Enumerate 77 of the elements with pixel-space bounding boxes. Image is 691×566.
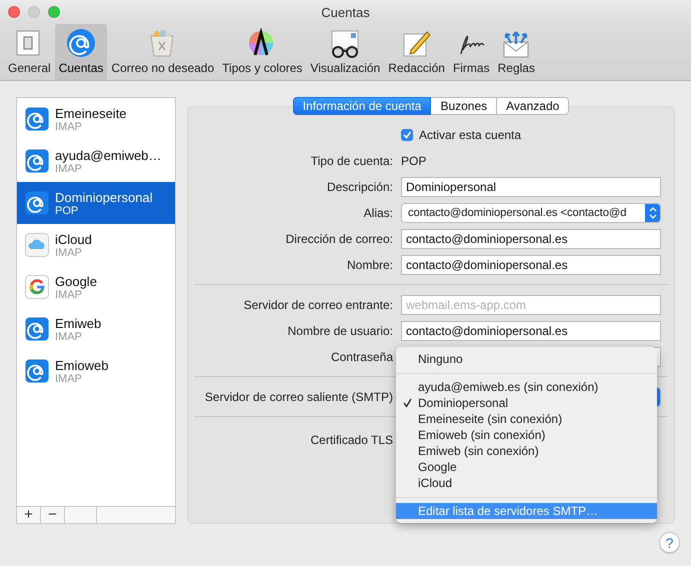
account-item[interactable]: ayuda@emiweb… IMAP bbox=[17, 140, 175, 182]
field-label: Descripción: bbox=[326, 180, 393, 194]
stepper-icon bbox=[648, 206, 658, 220]
field-label: Servidor de correo entrante: bbox=[244, 298, 393, 312]
account-name: Google bbox=[55, 274, 97, 288]
menu-item[interactable]: Ninguno bbox=[396, 351, 657, 367]
field-label: Contraseña bbox=[330, 350, 393, 364]
menu-item[interactable]: Emioweb (sin conexión) bbox=[396, 427, 657, 443]
account-name: Dominiopersonal bbox=[55, 190, 153, 204]
close-button[interactable] bbox=[8, 6, 20, 18]
account-item[interactable]: iCloud IMAP bbox=[17, 224, 175, 266]
account-item[interactable]: Dominiopersonal POP bbox=[17, 182, 175, 224]
field-label: Certificado TLS bbox=[310, 433, 393, 447]
toolbar-tab[interactable]: General bbox=[4, 24, 55, 80]
toolbar-tab[interactable]: Tipos y colores bbox=[218, 24, 306, 80]
menu-item[interactable]: Emeineseite (sin conexión) bbox=[396, 411, 657, 427]
zoom-button[interactable] bbox=[48, 6, 60, 18]
field-label: Nombre: bbox=[346, 258, 393, 272]
input-field[interactable]: contacto@dominiopersonal.es bbox=[401, 321, 661, 341]
account-type: IMAP bbox=[55, 246, 83, 258]
at-icon bbox=[25, 359, 49, 383]
toolbar-tab[interactable]: Visualización bbox=[306, 24, 384, 80]
google-icon bbox=[25, 275, 49, 299]
checkmark-icon bbox=[402, 130, 412, 140]
account-name: Emeineseite bbox=[55, 106, 127, 120]
menu-item[interactable]: ayuda@emiweb.es (sin conexión) bbox=[396, 379, 657, 395]
input-field[interactable]: contacto@dominiopersonal.es bbox=[401, 255, 661, 275]
menu-item[interactable]: Emiweb (sin conexión) bbox=[396, 443, 657, 459]
menu-item[interactable]: Google bbox=[396, 459, 657, 475]
account-name: iCloud bbox=[55, 232, 92, 246]
tab[interactable]: Información de cuenta bbox=[292, 97, 432, 115]
account-type: IMAP bbox=[55, 120, 83, 132]
at-icon bbox=[66, 28, 96, 58]
help-button[interactable]: ? bbox=[659, 532, 680, 553]
field-value: POP bbox=[401, 154, 426, 168]
cloud-icon bbox=[25, 233, 49, 257]
account-type: POP bbox=[55, 204, 78, 216]
menu-item[interactable]: iCloud bbox=[396, 475, 657, 491]
field-label: Nombre de usuario: bbox=[288, 324, 393, 338]
account-item[interactable]: Emioweb IMAP bbox=[17, 350, 175, 392]
tab[interactable]: Buzones bbox=[431, 97, 498, 115]
remove-button[interactable]: − bbox=[41, 507, 65, 523]
toolbar-tab[interactable]: Redacción bbox=[384, 24, 449, 80]
field-label: Alias: bbox=[364, 206, 393, 220]
at-icon bbox=[25, 317, 49, 341]
at-icon bbox=[25, 191, 49, 215]
field-label: Servidor de correo saliente (SMTP) bbox=[204, 390, 393, 404]
account-name: Emioweb bbox=[55, 358, 108, 372]
tab[interactable]: Avanzado bbox=[497, 97, 570, 115]
add-button[interactable]: + bbox=[17, 507, 41, 523]
account-name: Emiweb bbox=[55, 316, 102, 330]
checkmark-icon bbox=[403, 398, 412, 408]
at-icon bbox=[25, 149, 49, 173]
checkbox[interactable] bbox=[401, 129, 413, 141]
checkbox-label: Activar esta cuenta bbox=[419, 128, 522, 142]
input-field[interactable]: contacto@dominiopersonal.es bbox=[401, 229, 661, 249]
input-field[interactable]: webmail.ems-app.com bbox=[401, 295, 661, 315]
account-item[interactable]: Emeineseite IMAP bbox=[17, 98, 175, 140]
field-label: Tipo de cuenta: bbox=[310, 154, 393, 168]
window-title: Cuentas bbox=[321, 4, 370, 20]
popup-button[interactable]: contacto@dominiopersonal.es <contacto@d bbox=[401, 203, 661, 223]
account-type: IMAP bbox=[55, 288, 82, 300]
toolbar-tab[interactable]: Correo no deseado bbox=[107, 24, 218, 80]
account-type: IMAP bbox=[55, 330, 83, 342]
account-item[interactable]: Emiweb IMAP bbox=[17, 308, 175, 350]
toolbar-tab[interactable]: Cuentas bbox=[54, 24, 108, 80]
account-type: IMAP bbox=[55, 162, 82, 174]
field-label: Dirección de correo: bbox=[286, 232, 393, 246]
account-item[interactable]: Google IMAP bbox=[17, 266, 175, 308]
input-field[interactable]: Dominiopersonal bbox=[401, 177, 661, 197]
glasses-icon bbox=[329, 28, 362, 58]
at-icon bbox=[25, 107, 49, 131]
toolbar-tab[interactable]: Reglas bbox=[494, 24, 539, 80]
toolbar-tab[interactable]: Firmas bbox=[448, 24, 494, 80]
menu-item[interactable]: Dominiopersonal bbox=[396, 395, 657, 411]
account-name: ayuda@emiweb… bbox=[55, 148, 162, 162]
account-type: IMAP bbox=[55, 372, 83, 384]
